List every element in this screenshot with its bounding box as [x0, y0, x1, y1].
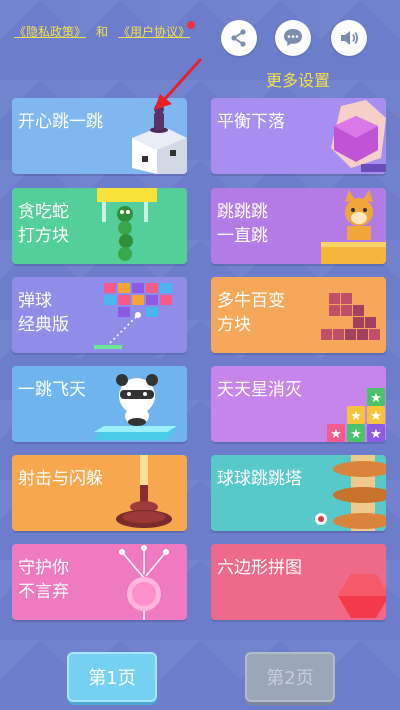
game-title: 一跳飞天: [18, 380, 86, 400]
page-2-button[interactable]: 第2页: [245, 652, 335, 702]
svg-text:★: ★: [350, 427, 362, 442]
message-button[interactable]: [275, 20, 311, 56]
svg-text:★: ★: [370, 391, 382, 406]
page-1-button[interactable]: 第1页: [67, 652, 157, 702]
hexagon-art: [331, 100, 386, 172]
game-title: 球球跳跳塔: [217, 469, 302, 489]
dog-art: [321, 190, 386, 264]
pointer-arrow: [154, 58, 202, 110]
share-icon: [231, 29, 246, 47]
svg-text:★: ★: [350, 409, 362, 424]
brick-art: [94, 283, 172, 349]
svg-text:★: ★: [370, 427, 382, 442]
sound-button[interactable]: [331, 20, 367, 56]
balloon-art: [119, 545, 169, 620]
chat-icon: [284, 29, 302, 46]
speaker-icon: [341, 31, 359, 45]
snake-art: [97, 188, 157, 261]
game-card-hexagon-puzzle[interactable]: 六边形拼图: [211, 544, 386, 620]
game-card-star-pop[interactable]: 天天星消灭 ★ ★ ★ ★ ★ ★: [211, 366, 386, 442]
game-title: 弹球 经典版: [18, 291, 69, 335]
game-title: 开心跳一跳: [18, 112, 103, 132]
privacy-policy-link[interactable]: 《隐私政策》: [14, 25, 86, 39]
more-settings-link[interactable]: 更多设置: [266, 67, 330, 91]
tetris-art: [321, 293, 380, 340]
game-card-ball-tower[interactable]: 球球跳跳塔: [211, 455, 386, 531]
share-button[interactable]: [221, 20, 257, 56]
user-agreement-link[interactable]: 《用户协议》: [118, 25, 190, 39]
game-title: 跳跳跳 一直跳: [217, 202, 268, 246]
game-title: 贪吃蛇 打方块: [18, 202, 69, 246]
game-card-protect-you[interactable]: 守护你 不言弃: [12, 544, 187, 620]
panda-art: [94, 374, 177, 440]
svg-text:★: ★: [370, 409, 382, 424]
game-title: 射击与闪躲: [18, 469, 103, 489]
game-card-balance-fall[interactable]: 平衡下落: [211, 98, 386, 174]
game-card-dorniu-blocks[interactable]: 多牛百变 方块: [211, 277, 386, 353]
svg-text:★: ★: [330, 427, 342, 442]
game-card-snake-blocks[interactable]: 贪吃蛇 打方块: [12, 188, 187, 264]
game-title: 守护你 不言弃: [18, 558, 69, 602]
and-text: 和: [96, 25, 109, 39]
game-card-shoot-dodge[interactable]: 射击与闪躲: [12, 455, 187, 531]
game-title: 六边形拼图: [217, 558, 302, 578]
game-title: 平衡下落: [217, 112, 285, 132]
policy-links: 《隐私政策》和《用户协议》: [14, 23, 190, 40]
game-card-jump-forever[interactable]: 跳跳跳 一直跳: [211, 188, 386, 264]
game-card-classic-ball[interactable]: 弹球 经典版: [12, 277, 187, 353]
notification-dot: [187, 21, 195, 29]
game-card-jump-sky[interactable]: 一跳飞天: [12, 366, 187, 442]
game-title: 多牛百变 方块: [217, 291, 285, 335]
game-title: 天天星消灭: [217, 380, 302, 400]
